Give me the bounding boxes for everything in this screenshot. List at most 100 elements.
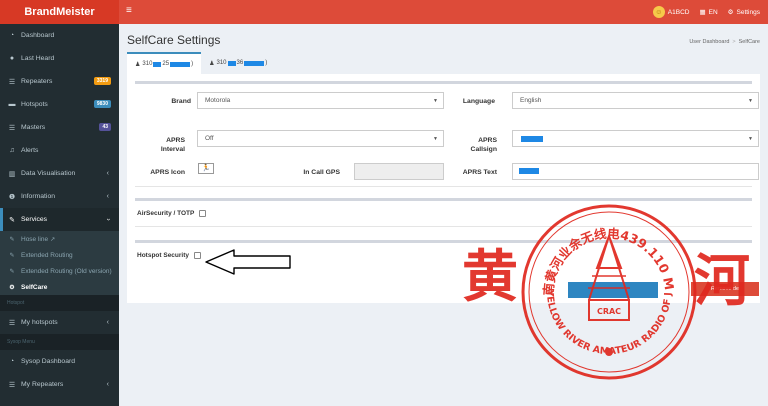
count-badge: 43 [99,123,111,131]
aprs-interval-label: APRS Interval [160,137,185,153]
sidebar-item-label: Masters [21,124,46,131]
submenu-item-hose-line[interactable]: ✎ Hose line ↗ [0,231,119,247]
in-call-gps-input[interactable] [354,163,444,180]
tab-id-mid: 36 [236,60,244,66]
user-icon: ♟ [209,60,215,67]
sidebar-item-hotspots[interactable]: ▬ Hotspots 9830 [0,93,119,116]
airsecurity-row: AirSecurity / TOTP [137,210,207,217]
chevron-left-icon: ‹ [106,193,109,200]
wrench-icon: ✎ [9,236,15,243]
dashboard-icon: ◔ [9,358,15,365]
info-icon: ❶ [8,193,16,201]
settings-menu[interactable]: ⚙ Settings [727,8,761,17]
tab-id-prefix: 310 [142,61,153,67]
brand-label: Brand [171,98,191,105]
aprs-icon-picker[interactable]: 🏃 [198,163,214,174]
user-icon: ♟ [135,61,141,68]
sidebar-item-label: My Repeaters [21,381,64,388]
count-badge: 9830 [93,100,111,108]
flag-icon: ▦ [699,9,706,16]
avatar: ☺ [652,6,665,18]
sidebar-item-dashboard[interactable]: ◔ Dashboard [0,24,119,47]
tab-id-prefix: 310 [216,60,227,66]
aprs-icon-label: APRS Icon [150,169,185,176]
tab-device-1[interactable]: ♟ 310 25) [127,52,202,74]
redaction-block [227,60,236,66]
hotspot-security-box: Hotspot Security [135,240,752,269]
submenu-item-label: Hose line [21,235,49,243]
sidebar-item-label: Last Heard [21,55,55,62]
top-navbar: BrandMeister ≡ ☺ A1BCD ▦ EN ⚙ Settings [0,0,768,24]
sidebar-header-sysop: Sysop Menu [0,334,119,350]
submenu-item-extended-routing-old[interactable]: ✎ Extended Routing (Old version) [0,263,119,279]
caret-down-icon: ▼ [433,136,438,142]
hamburger-icon[interactable]: ≡ [126,6,132,16]
sidebar-item-my-repeaters[interactable]: ☰ My Repeaters ‹ [0,373,119,396]
breadcrumb-link[interactable]: User Dashboard [689,39,729,45]
bell-icon: ♫ [9,147,15,154]
list-icon: ☰ [8,78,16,86]
aprs-callsign-label: APRS Callsign [470,137,497,153]
redaction-block [519,168,539,175]
aprs-interval-value: Off [205,135,214,142]
sidebar-item-label: Information [21,193,56,200]
aprs-callsign-select[interactable]: ▼ [512,130,759,147]
redaction-block [170,61,191,67]
main-content: SelfCare Settings User Dashboard > SelfCar… [119,24,768,406]
brand-logo[interactable]: BrandMeister [0,0,119,24]
list-icon: ☰ [8,124,16,132]
gears-icon: ⚙ [727,9,734,16]
sidebar-item-label: Services [21,216,48,223]
aprs-interval-select[interactable]: Off ▼ [197,130,444,147]
dashboard-icon: ◔ [9,32,15,39]
sidebar-item-last-heard[interactable]: ● Last Heard [0,47,119,70]
user-icon: ● [9,55,15,62]
chevron-down-icon: › [104,218,112,221]
settings-label: Settings [736,8,761,16]
sidebar-item-information[interactable]: ❶ Information ‹ [0,185,119,208]
sidebar-item-masters[interactable]: ☰ Masters 43 [0,116,119,139]
airsecurity-box: AirSecurity / TOTP [135,198,752,227]
caret-down-icon: ▼ [433,98,438,104]
wrench-icon: ✎ [9,252,15,259]
submenu-item-selfcare[interactable]: ⚙ SelfCare [0,279,119,295]
language-menu[interactable]: ▦ EN [699,8,717,17]
chevron-left-icon: ‹ [106,319,109,326]
user-menu[interactable]: ☺ A1BCD [652,6,690,18]
sidebar-item-data-visualisation[interactable]: ▥ Data Visualisation ‹ [0,162,119,185]
hotspot-security-checkbox[interactable] [194,252,202,259]
user-label: A1BCD [667,8,690,16]
sidebar-item-alerts[interactable]: ♫ Alerts [0,139,119,162]
remove-button[interactable]: Remove de [691,282,759,296]
sidebar-item-sysop-dashboard[interactable]: ◔ Sysop Dashboard [0,350,119,373]
sidebar-item-label: Sysop Dashboard [21,358,76,365]
sidebar-item-label: Hotspots [21,101,48,108]
page-title: SelfCare Settings [127,33,221,47]
tab-device-2[interactable]: ♟ 310 36) [201,52,275,74]
navbar-right: ☺ A1BCD ▦ EN ⚙ Settings [652,0,761,24]
sidebar-item-label: Data Visualisation [21,170,76,177]
language-select[interactable]: English ▼ [512,92,759,109]
airsecurity-checkbox[interactable] [199,210,207,217]
redaction-block [244,60,265,66]
device-settings-box: Brand Motorola ▼ Language English ▼ APRS… [135,81,759,187]
aprs-text-input[interactable] [512,163,759,180]
sidebar-item-label: Dashboard [21,32,55,39]
redaction-block [521,135,543,142]
sidebar-item-label: Alerts [21,147,39,154]
sidebar-item-my-hotspots[interactable]: ☰ My hotspots ‹ [0,311,119,334]
brand-select[interactable]: Motorola ▼ [197,92,444,109]
breadcrumb-current: SelfCare [738,39,760,45]
sidebar-item-repeaters[interactable]: ☰ Repeaters 3319 [0,70,119,93]
chevron-left-icon: ‹ [106,381,109,388]
chart-icon: ▥ [8,170,16,178]
submenu-item-extended-routing[interactable]: ✎ Extended Routing [0,247,119,263]
sidebar-item-label: My hotspots [21,319,58,326]
sidebar-item-label: Repeaters [21,78,53,85]
services-submenu: ✎ Hose line ↗ ✎ Extended Routing ✎ Exten… [0,231,119,295]
device-tabs: ♟ 310 25) ♟ 310 36) [127,52,275,74]
list-icon: ☰ [8,381,16,389]
language-label: Language [462,98,495,105]
sidebar-item-services[interactable]: ✎ Services › [0,208,119,231]
save-button[interactable] [568,282,658,298]
